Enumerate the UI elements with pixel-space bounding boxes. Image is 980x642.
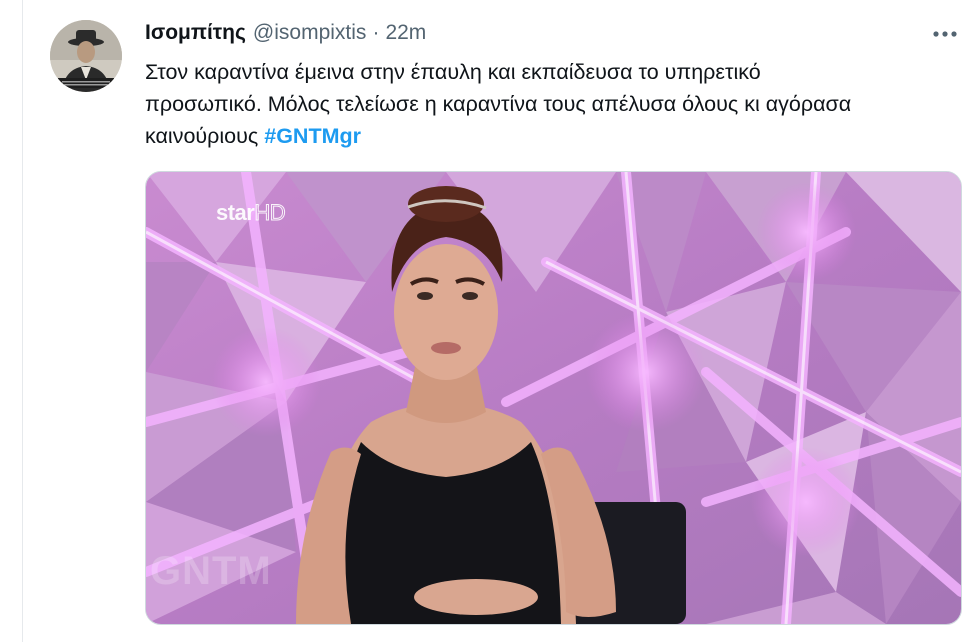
display-name[interactable]: Ισομπίτης: [145, 21, 246, 45]
more-options-button[interactable]: [930, 22, 960, 46]
channel-logo: starHD: [216, 200, 286, 226]
channel-logo-text: star: [216, 200, 255, 225]
tweet-header: Ισομπίτης @isompixtis · 22m: [145, 18, 426, 48]
channel-logo-hd: HD: [254, 200, 286, 226]
timestamp[interactable]: 22m: [385, 21, 426, 45]
tweet-text: Στον καραντίνα έμεινα στην έπαυλη και εκ…: [145, 56, 965, 152]
avatar[interactable]: [50, 20, 122, 92]
tweet-text-line-last: καινούριους #GNTMgr: [145, 120, 965, 152]
show-watermark: GNTM: [150, 549, 272, 593]
tweet-text-line: Στον καραντίνα έμεινα στην έπαυλη και εκ…: [145, 60, 761, 84]
tweet: Ισομπίτης @isompixtis · 22m Στον καραντί…: [0, 0, 980, 642]
tweet-media-image[interactable]: starHD GNTM: [145, 171, 962, 625]
tweet-text-word: καινούριους: [145, 124, 259, 148]
timeline-divider: [22, 0, 23, 642]
separator-dot: ·: [372, 21, 380, 44]
avatar-image: [50, 20, 122, 92]
user-handle[interactable]: @isompixtis: [253, 21, 367, 45]
hashtag-link[interactable]: #GNTMgr: [264, 124, 361, 148]
tweet-text-line: προσωπικό. Μόλος τελείωσε η καραντίνα το…: [145, 92, 852, 116]
more-horizontal-icon: [933, 31, 957, 37]
